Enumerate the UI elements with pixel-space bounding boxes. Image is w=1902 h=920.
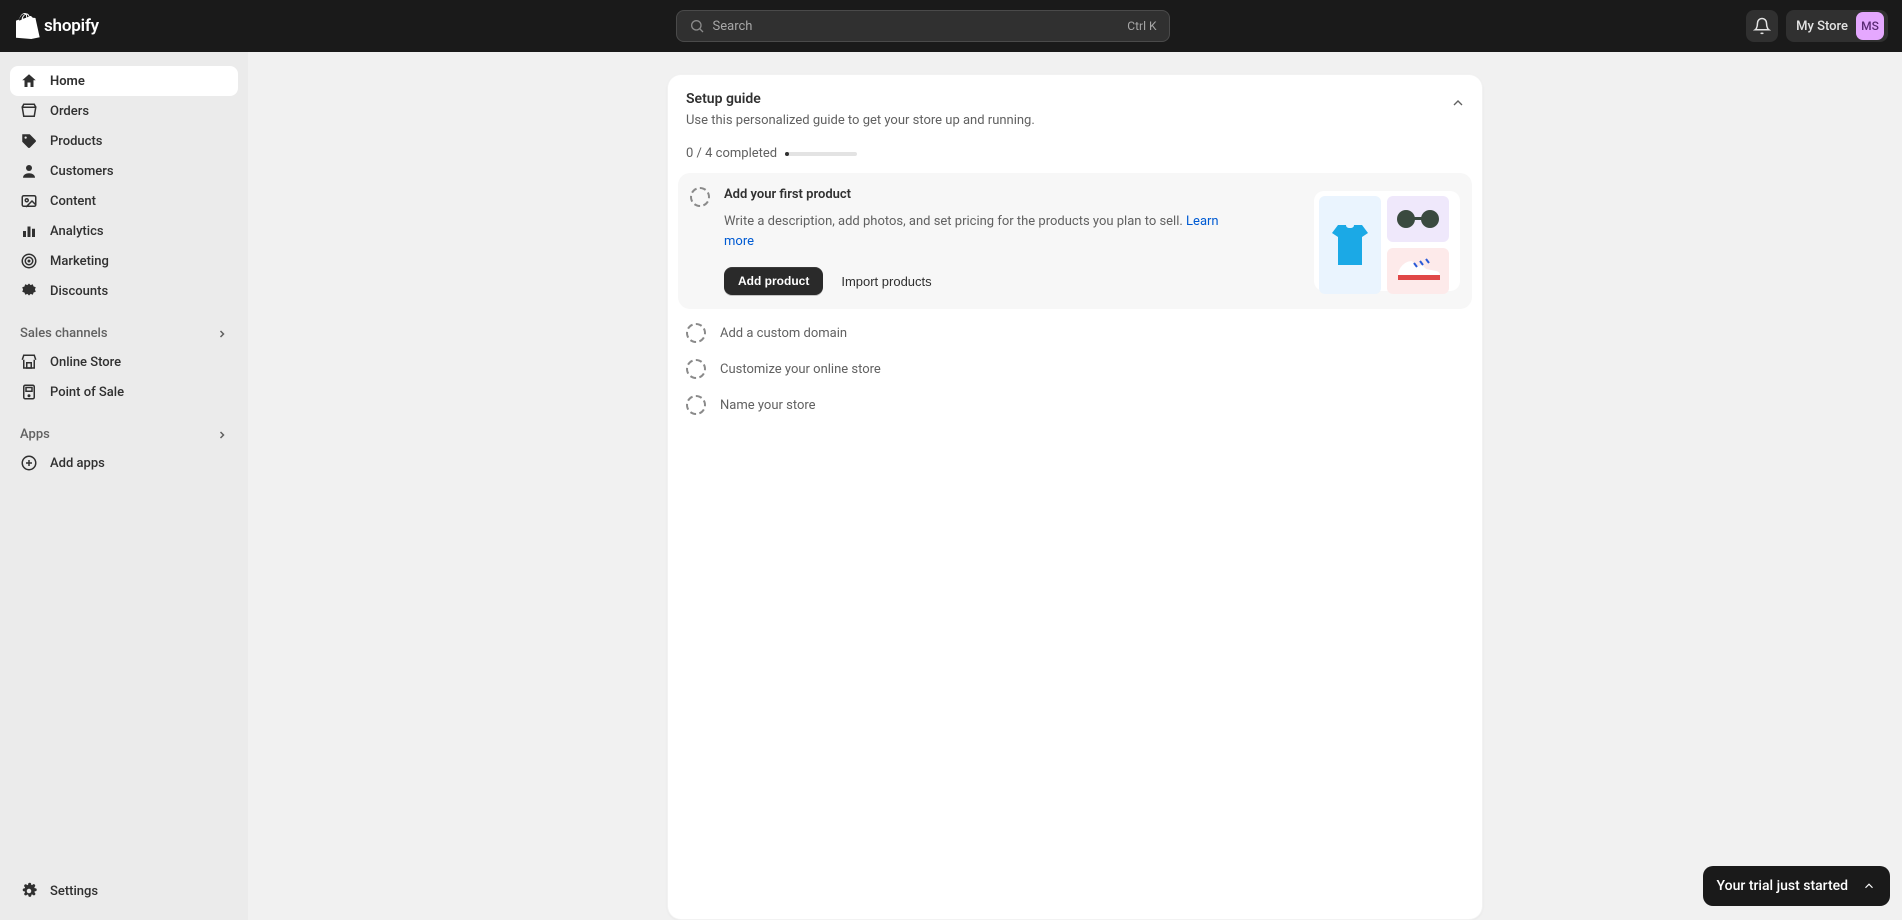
trial-toast-label: Your trial just started: [1717, 878, 1848, 894]
trial-toast[interactable]: Your trial just started: [1703, 866, 1890, 906]
product-illustration: [1314, 191, 1460, 291]
add-product-button[interactable]: Add product: [724, 267, 823, 295]
sales-channels-header[interactable]: Sales channels: [10, 320, 238, 347]
progress-text: 0 / 4 completed: [686, 146, 777, 161]
sidebar-item-pos[interactable]: Point of Sale: [10, 377, 238, 407]
sidebar-item-label: Point of Sale: [50, 385, 124, 400]
sidebar-item-content[interactable]: Content: [10, 186, 238, 216]
import-products-button[interactable]: Import products: [841, 274, 931, 289]
step-title: Customize your online store: [720, 362, 881, 377]
bell-icon: [1753, 17, 1771, 35]
sidebar-item-label: Discounts: [50, 284, 108, 299]
notifications-button[interactable]: [1746, 10, 1778, 42]
chevron-right-icon: [216, 328, 228, 340]
orders-icon: [20, 102, 38, 120]
analytics-icon: [20, 222, 38, 240]
search-input[interactable]: Search Ctrl K: [676, 10, 1170, 42]
sidebar-item-products[interactable]: Products: [10, 126, 238, 156]
main-content: Setup guide Use this personalized guide …: [248, 52, 1902, 920]
pos-icon: [20, 383, 38, 401]
chevron-up-icon: [1862, 879, 1876, 893]
step-description: Write a description, add photos, and set…: [724, 212, 1234, 251]
sidebar-item-label: Products: [50, 134, 102, 149]
shopify-logo[interactable]: shopify: [16, 13, 99, 39]
setup-subtitle: Use this personalized guide to get your …: [686, 113, 1464, 128]
setup-title: Setup guide: [686, 91, 1464, 107]
sidebar-item-label: Add apps: [50, 456, 105, 471]
shopify-bag-icon: [16, 13, 40, 39]
step-title: Add your first product: [724, 187, 1300, 202]
sidebar-item-label: Analytics: [50, 224, 104, 239]
step-circle-icon: [686, 323, 706, 343]
sidebar-item-analytics[interactable]: Analytics: [10, 216, 238, 246]
search-icon: [689, 18, 705, 34]
content-icon: [20, 192, 38, 210]
store-name-label: My Store: [1796, 19, 1848, 34]
apps-header[interactable]: Apps: [10, 421, 238, 448]
sidebar-item-discounts[interactable]: Discounts: [10, 276, 238, 306]
sidebar-item-label: Orders: [50, 104, 89, 119]
sidebar-item-label: Marketing: [50, 254, 109, 269]
sidebar-item-label: Content: [50, 194, 96, 209]
sidebar-item-home[interactable]: Home: [10, 66, 238, 96]
sidebar-item-settings[interactable]: Settings: [10, 876, 238, 906]
step-title: Name your store: [720, 398, 816, 413]
products-icon: [20, 132, 38, 150]
setup-step-name-store[interactable]: Name your store: [668, 387, 1482, 423]
gear-icon: [20, 882, 38, 900]
discounts-icon: [20, 282, 38, 300]
avatar: MS: [1856, 12, 1884, 40]
search-placeholder: Search: [713, 19, 1120, 34]
setup-step-add-product: Add your first product Write a descripti…: [678, 173, 1472, 309]
chevron-up-icon: [1450, 95, 1466, 111]
search-shortcut: Ctrl K: [1127, 19, 1156, 33]
settings-label: Settings: [50, 884, 98, 899]
sidebar-item-label: Online Store: [50, 355, 121, 370]
customers-icon: [20, 162, 38, 180]
progress-bar: [785, 152, 857, 156]
chevron-right-icon: [216, 429, 228, 441]
sidebar-item-online-store[interactable]: Online Store: [10, 347, 238, 377]
sidebar: Home Orders Products Customers Content A…: [0, 52, 248, 920]
step-circle-icon: [686, 395, 706, 415]
step-circle-icon: [686, 359, 706, 379]
collapse-button[interactable]: [1450, 95, 1466, 115]
marketing-icon: [20, 252, 38, 270]
sidebar-item-label: Customers: [50, 164, 114, 179]
sidebar-item-customers[interactable]: Customers: [10, 156, 238, 186]
sidebar-item-marketing[interactable]: Marketing: [10, 246, 238, 276]
sidebar-item-orders[interactable]: Orders: [10, 96, 238, 126]
add-apps-icon: [20, 454, 38, 472]
step-circle-icon[interactable]: [690, 187, 710, 207]
setup-step-customize-store[interactable]: Customize your online store: [668, 351, 1482, 387]
sidebar-item-add-apps[interactable]: Add apps: [10, 448, 238, 478]
home-icon: [20, 72, 38, 90]
online-store-icon: [20, 353, 38, 371]
sidebar-item-label: Home: [50, 74, 85, 89]
step-title: Add a custom domain: [720, 326, 847, 341]
setup-step-custom-domain[interactable]: Add a custom domain: [668, 315, 1482, 351]
store-menu[interactable]: My Store MS: [1786, 10, 1888, 42]
setup-guide-card: Setup guide Use this personalized guide …: [667, 74, 1483, 920]
